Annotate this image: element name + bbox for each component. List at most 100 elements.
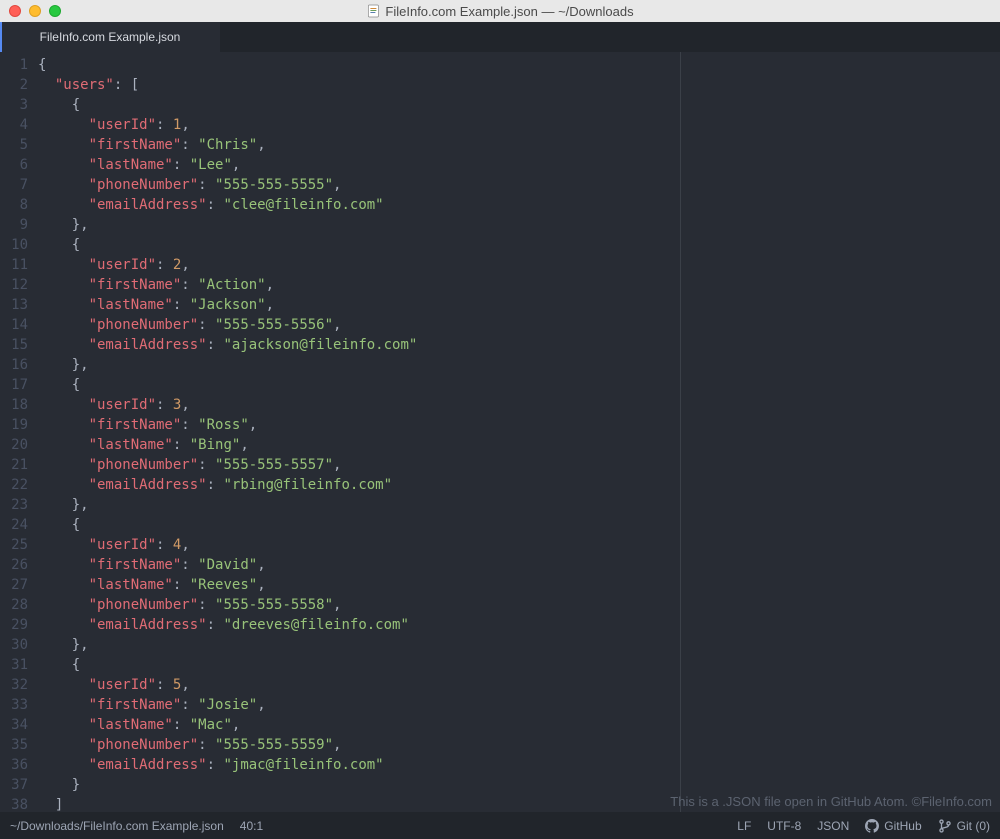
line-number: 20 xyxy=(0,435,28,455)
code-line[interactable]: "firstName": "Josie", xyxy=(38,695,1000,715)
code-line[interactable]: "emailAddress": "rbing@fileinfo.com" xyxy=(38,475,1000,495)
line-number: 26 xyxy=(0,555,28,575)
code-line[interactable]: { xyxy=(38,375,1000,395)
window-title-text: FileInfo.com Example.json — ~/Downloads xyxy=(385,4,633,19)
line-number: 28 xyxy=(0,595,28,615)
line-gutter: 1234567891011121314151617181920212223242… xyxy=(0,52,38,812)
code-line[interactable]: "phoneNumber": "555-555-5555", xyxy=(38,175,1000,195)
code-line[interactable]: "emailAddress": "dreeves@fileinfo.com" xyxy=(38,615,1000,635)
line-number: 23 xyxy=(0,495,28,515)
code-line[interactable]: "lastName": "Reeves", xyxy=(38,575,1000,595)
code-line[interactable]: "userId": 5, xyxy=(38,675,1000,695)
wrap-guide xyxy=(680,52,681,812)
code-line[interactable]: "firstName": "Chris", xyxy=(38,135,1000,155)
tab-bar: FileInfo.com Example.json xyxy=(0,22,1000,52)
line-number: 16 xyxy=(0,355,28,375)
line-number: 35 xyxy=(0,735,28,755)
status-encoding[interactable]: UTF-8 xyxy=(767,819,801,833)
code-line[interactable]: }, xyxy=(38,355,1000,375)
line-number: 13 xyxy=(0,295,28,315)
status-bar: ~/Downloads/FileInfo.com Example.json 40… xyxy=(0,812,1000,839)
code-line[interactable]: }, xyxy=(38,215,1000,235)
line-number: 8 xyxy=(0,195,28,215)
line-number: 6 xyxy=(0,155,28,175)
code-line[interactable]: "userId": 3, xyxy=(38,395,1000,415)
line-number: 14 xyxy=(0,315,28,335)
code-line[interactable]: "lastName": "Lee", xyxy=(38,155,1000,175)
line-number: 11 xyxy=(0,255,28,275)
close-window-button[interactable] xyxy=(9,5,21,17)
line-number: 1 xyxy=(0,55,28,75)
tab-label: FileInfo.com Example.json xyxy=(40,30,181,44)
line-number: 12 xyxy=(0,275,28,295)
code-content[interactable]: { "users": [ { "userId": 1, "firstName":… xyxy=(38,52,1000,812)
code-line[interactable]: "phoneNumber": "555-555-5559", xyxy=(38,735,1000,755)
git-branch-icon xyxy=(938,819,952,833)
line-number: 36 xyxy=(0,755,28,775)
file-icon xyxy=(366,4,380,18)
code-line[interactable]: "users": [ xyxy=(38,75,1000,95)
code-line[interactable]: "firstName": "David", xyxy=(38,555,1000,575)
watermark-text: This is a .JSON file open in GitHub Atom… xyxy=(670,794,992,809)
code-line[interactable]: "firstName": "Action", xyxy=(38,275,1000,295)
code-line[interactable]: "userId": 4, xyxy=(38,535,1000,555)
line-number: 27 xyxy=(0,575,28,595)
line-number: 3 xyxy=(0,95,28,115)
line-number: 24 xyxy=(0,515,28,535)
code-line[interactable]: "emailAddress": "jmac@fileinfo.com" xyxy=(38,755,1000,775)
status-git[interactable]: Git (0) xyxy=(938,819,990,833)
editor-area[interactable]: 1234567891011121314151617181920212223242… xyxy=(0,52,1000,812)
line-number: 17 xyxy=(0,375,28,395)
code-line[interactable]: "firstName": "Ross", xyxy=(38,415,1000,435)
code-line[interactable]: } xyxy=(38,775,1000,795)
traffic-lights xyxy=(0,5,61,17)
line-number: 25 xyxy=(0,535,28,555)
line-number: 32 xyxy=(0,675,28,695)
status-github[interactable]: GitHub xyxy=(865,819,921,833)
line-number: 30 xyxy=(0,635,28,655)
status-line-ending[interactable]: LF xyxy=(737,819,751,833)
code-line[interactable]: "phoneNumber": "555-555-5558", xyxy=(38,595,1000,615)
status-grammar[interactable]: JSON xyxy=(817,819,849,833)
code-line[interactable]: }, xyxy=(38,635,1000,655)
line-number: 15 xyxy=(0,335,28,355)
status-git-label: Git (0) xyxy=(957,819,990,833)
code-line[interactable]: "userId": 1, xyxy=(38,115,1000,135)
line-number: 2 xyxy=(0,75,28,95)
line-number: 22 xyxy=(0,475,28,495)
code-line[interactable]: { xyxy=(38,235,1000,255)
line-number: 37 xyxy=(0,775,28,795)
titlebar: FileInfo.com Example.json — ~/Downloads xyxy=(0,0,1000,22)
github-icon xyxy=(865,819,879,833)
line-number: 31 xyxy=(0,655,28,675)
code-line[interactable]: { xyxy=(38,55,1000,75)
code-line[interactable]: "phoneNumber": "555-555-5557", xyxy=(38,455,1000,475)
code-line[interactable]: { xyxy=(38,515,1000,535)
status-github-label: GitHub xyxy=(884,819,921,833)
code-line[interactable]: { xyxy=(38,95,1000,115)
maximize-window-button[interactable] xyxy=(49,5,61,17)
window-title: FileInfo.com Example.json — ~/Downloads xyxy=(366,4,633,19)
code-line[interactable]: "lastName": "Bing", xyxy=(38,435,1000,455)
line-number: 7 xyxy=(0,175,28,195)
code-line[interactable]: { xyxy=(38,655,1000,675)
line-number: 9 xyxy=(0,215,28,235)
tab-file[interactable]: FileInfo.com Example.json xyxy=(0,22,220,52)
status-cursor[interactable]: 40:1 xyxy=(240,819,263,833)
line-number: 10 xyxy=(0,235,28,255)
status-path[interactable]: ~/Downloads/FileInfo.com Example.json xyxy=(10,819,224,833)
line-number: 34 xyxy=(0,715,28,735)
code-line[interactable]: "userId": 2, xyxy=(38,255,1000,275)
code-line[interactable]: }, xyxy=(38,495,1000,515)
code-line[interactable]: "emailAddress": "clee@fileinfo.com" xyxy=(38,195,1000,215)
line-number: 4 xyxy=(0,115,28,135)
code-line[interactable]: "lastName": "Jackson", xyxy=(38,295,1000,315)
code-line[interactable]: "phoneNumber": "555-555-5556", xyxy=(38,315,1000,335)
code-line[interactable]: "lastName": "Mac", xyxy=(38,715,1000,735)
line-number: 18 xyxy=(0,395,28,415)
line-number: 19 xyxy=(0,415,28,435)
line-number: 33 xyxy=(0,695,28,715)
line-number: 5 xyxy=(0,135,28,155)
minimize-window-button[interactable] xyxy=(29,5,41,17)
code-line[interactable]: "emailAddress": "ajackson@fileinfo.com" xyxy=(38,335,1000,355)
